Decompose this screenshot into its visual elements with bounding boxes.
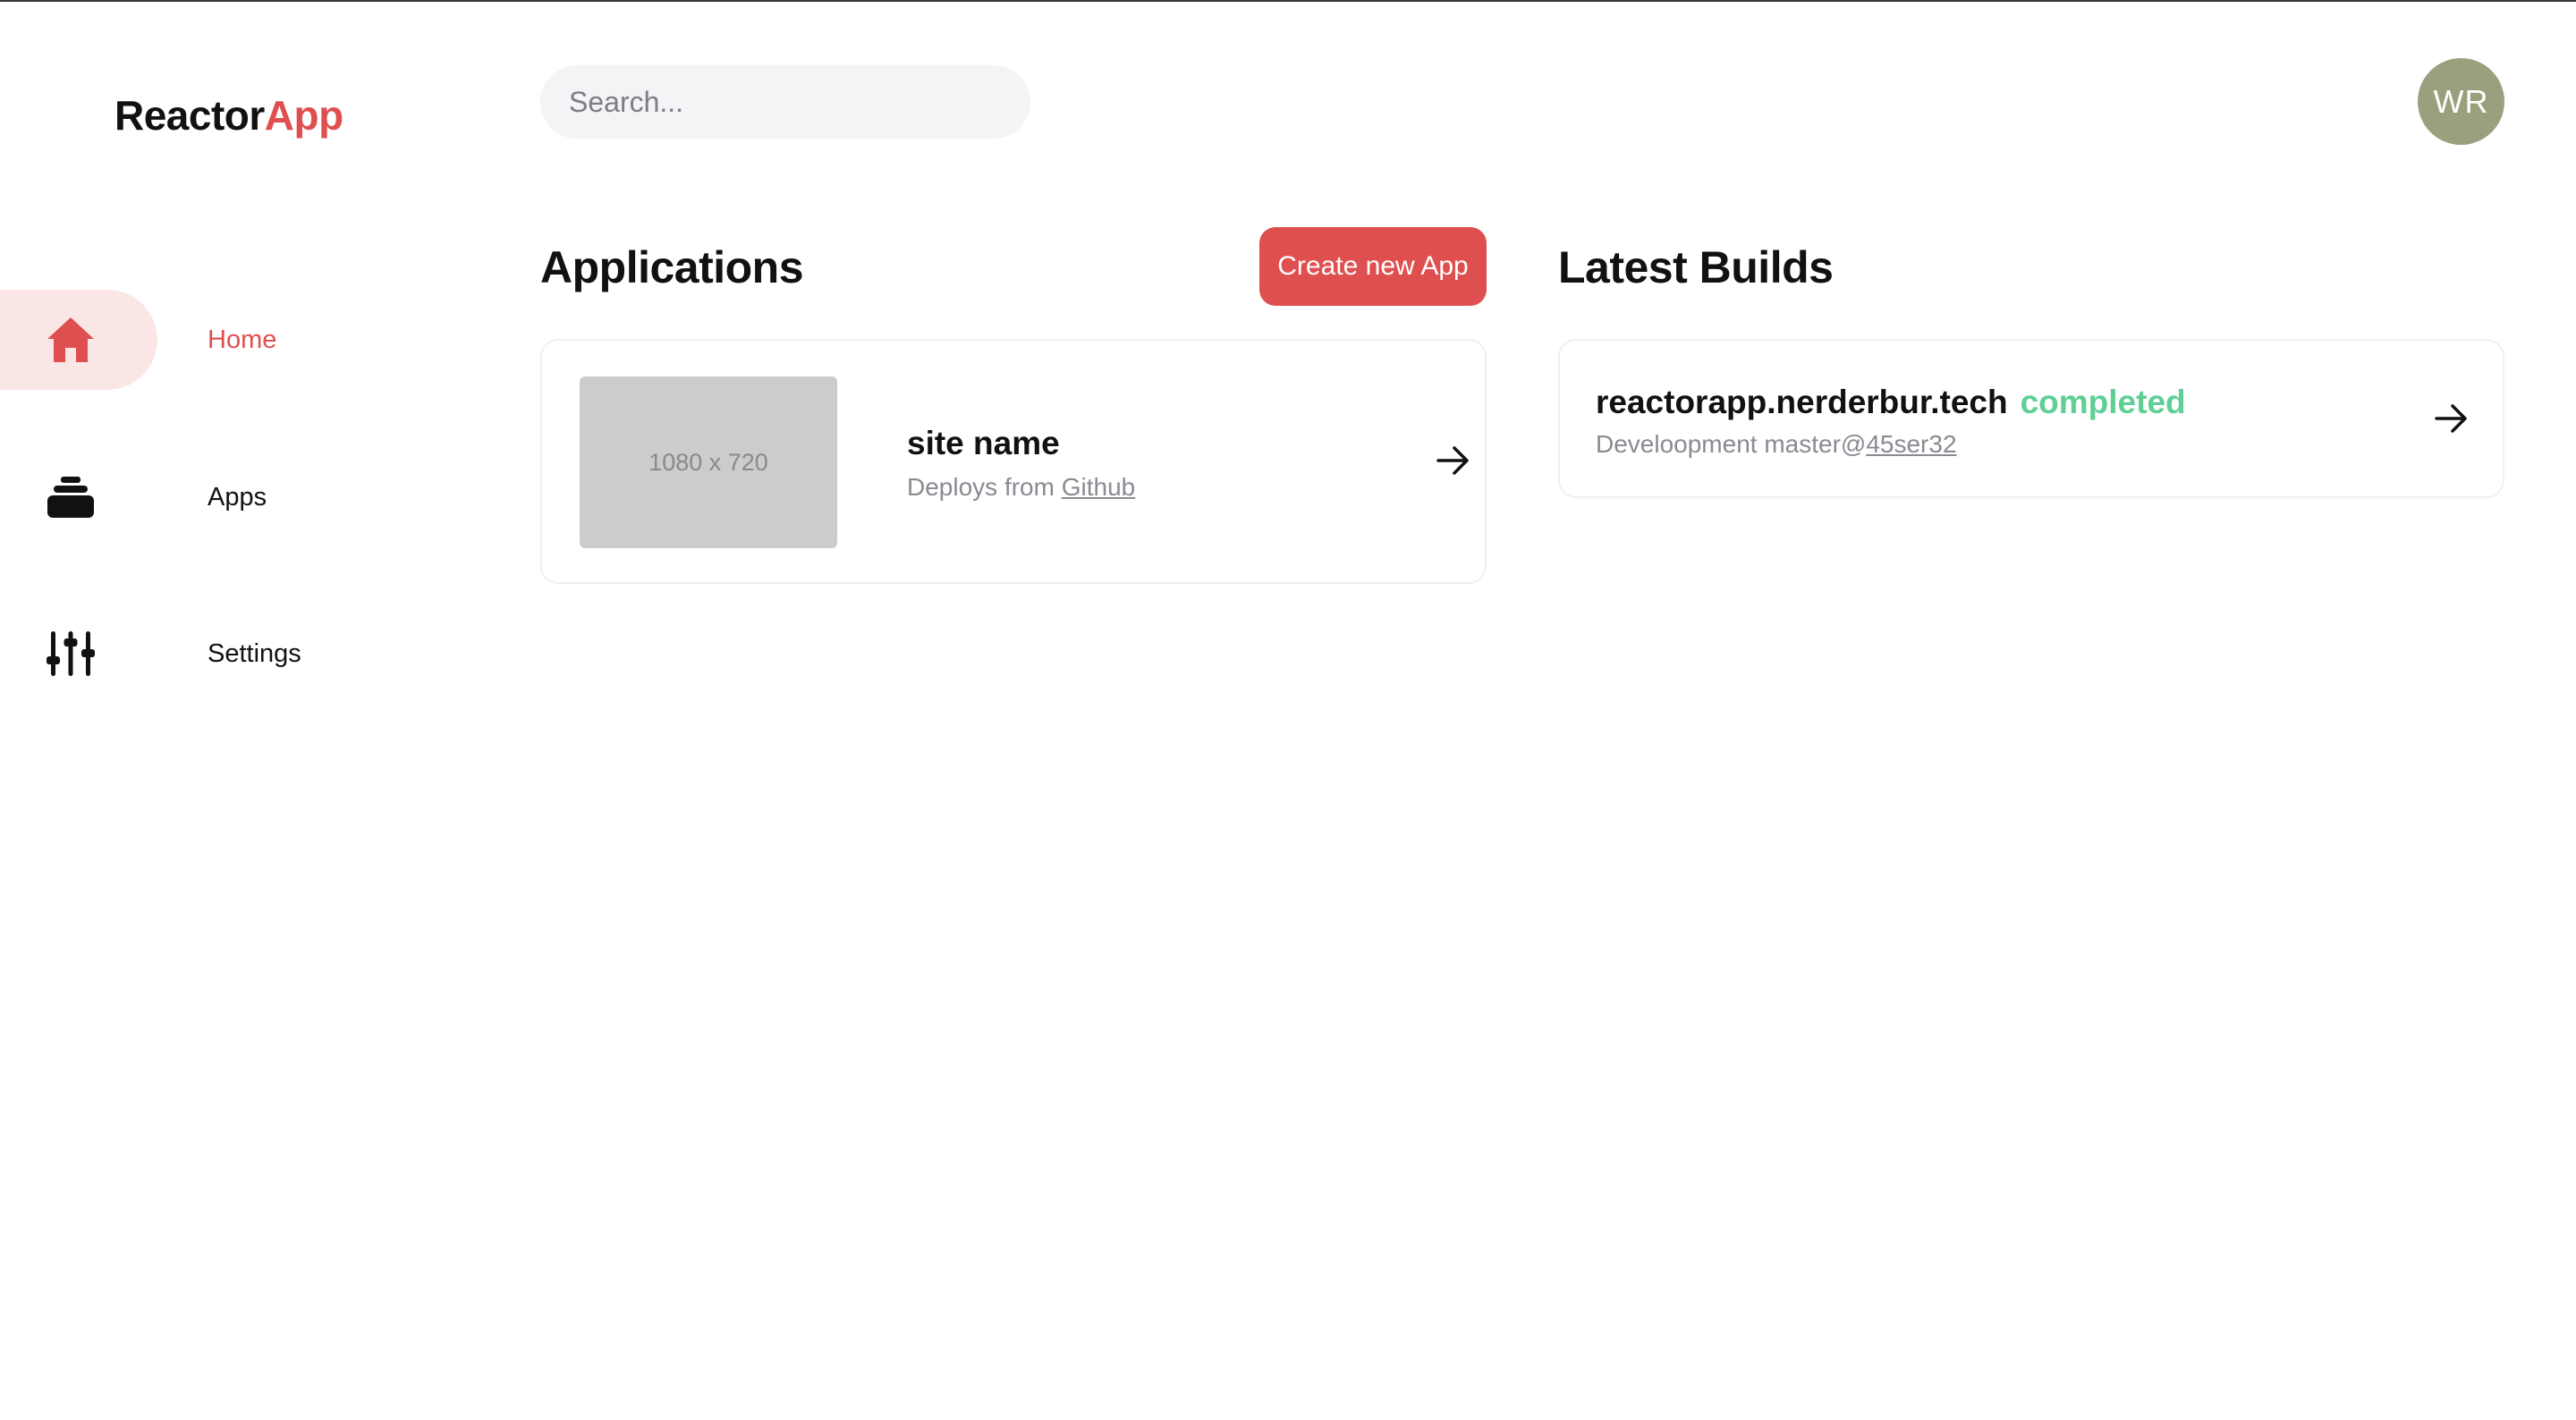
sidebar-item-label: Settings: [208, 638, 301, 668]
brand-name-primary: Reactor: [114, 92, 265, 139]
sidebar-item-label: Apps: [208, 482, 267, 511]
build-branch: Develoopment master@: [1596, 430, 1867, 458]
app-shell: ReactorApp WR Home Apps: [0, 0, 2576, 1420]
sidebar-item-settings[interactable]: Settings: [0, 604, 376, 704]
sidebar-item-home-icon-wrap: [0, 290, 157, 390]
user-initials: WR: [2433, 82, 2489, 120]
sidebar-item-settings-icon-wrap: [0, 604, 157, 704]
deploy-source-link[interactable]: Github: [1062, 473, 1136, 501]
app-thumbnail: 1080 x 720: [580, 376, 837, 548]
builds-title: Latest Builds: [1558, 242, 1834, 292]
brand-name-accent: App: [264, 92, 343, 139]
home-icon: [47, 317, 94, 362]
thumbnail-placeholder-text: 1080 x 720: [648, 448, 768, 476]
search-input[interactable]: [540, 65, 1030, 139]
stack-icon: [47, 477, 94, 518]
build-detail: Develoopment master@45ser32: [1596, 430, 1957, 459]
build-card[interactable]: reactorapp.nerderbur.tech completed Devel…: [1558, 339, 2504, 498]
app-card[interactable]: 1080 x 720 site name Deploys from Github: [540, 339, 1487, 584]
sidebar-item-label: Home: [208, 325, 277, 354]
app-deploy-source: Deploys from Github: [907, 473, 1135, 502]
app-name: site name: [907, 425, 1060, 461]
arrow-right-icon[interactable]: [2435, 403, 2469, 434]
build-host-line: reactorapp.nerderbur.tech completed: [1596, 384, 2186, 421]
brand-logo[interactable]: ReactorApp: [114, 91, 343, 139]
create-app-button[interactable]: Create new App: [1259, 227, 1487, 306]
sliders-icon: [47, 631, 95, 676]
build-host: reactorapp.nerderbur.tech: [1596, 384, 2008, 420]
deploy-prefix: Deploys from: [907, 473, 1062, 501]
applications-title: Applications: [540, 242, 804, 292]
arrow-right-icon[interactable]: [1436, 445, 1470, 476]
sidebar-item-apps-icon-wrap: [0, 447, 157, 547]
build-commit-link[interactable]: 45ser32: [1866, 430, 1956, 458]
build-status-badge: completed: [2020, 384, 2186, 420]
sidebar-item-home[interactable]: Home: [0, 290, 376, 390]
sidebar-item-apps[interactable]: Apps: [0, 447, 376, 547]
user-avatar[interactable]: WR: [2418, 58, 2504, 145]
